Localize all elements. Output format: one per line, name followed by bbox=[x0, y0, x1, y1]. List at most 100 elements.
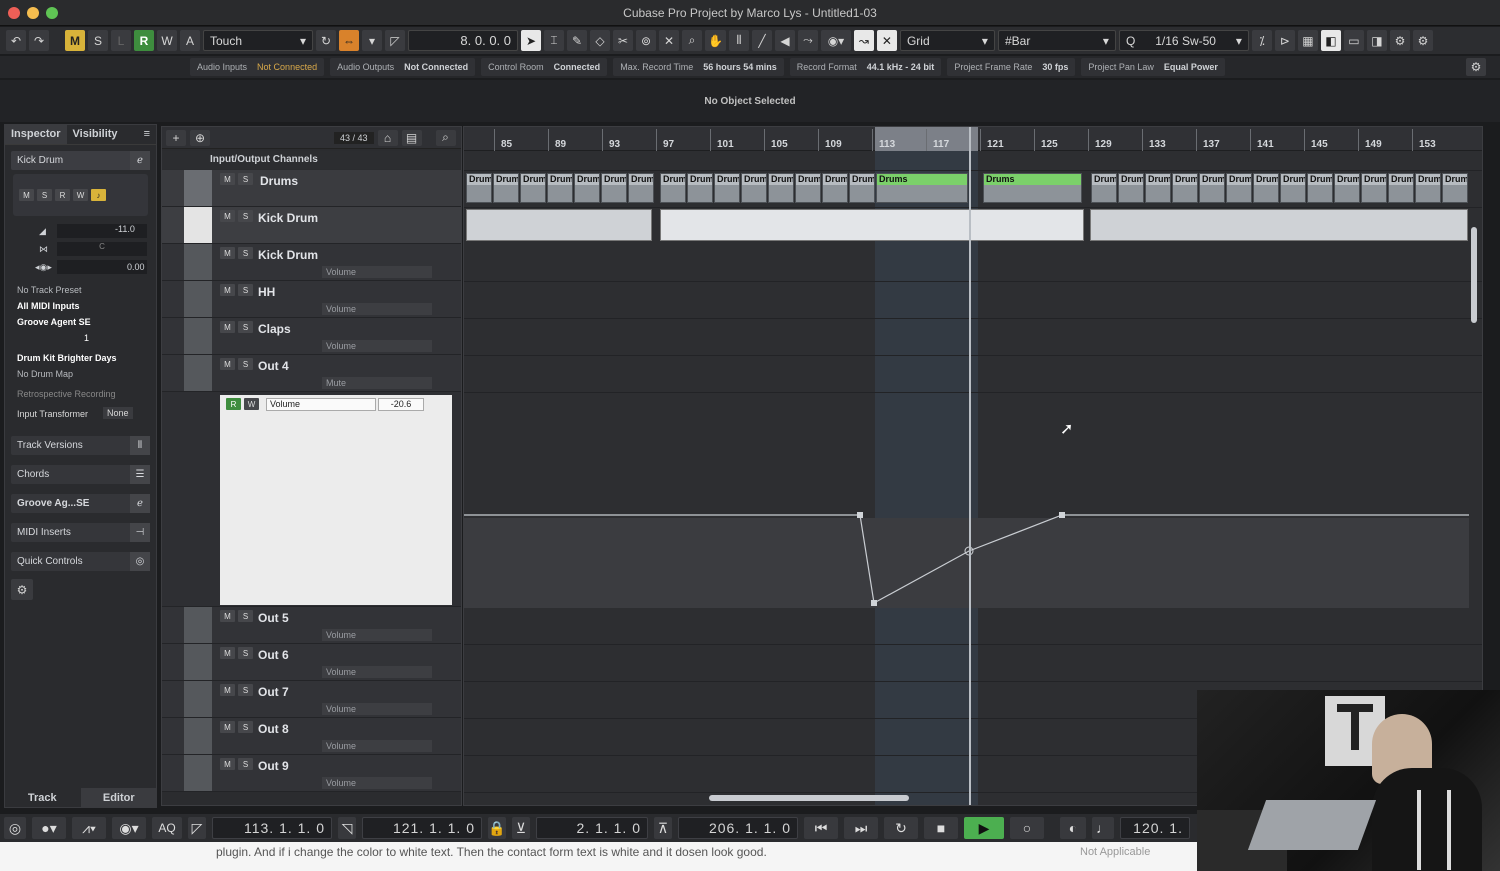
midi-channel-field[interactable]: 1 bbox=[5, 330, 156, 346]
minimize-window-button[interactable] bbox=[27, 7, 39, 19]
playhead-cursor[interactable] bbox=[969, 127, 971, 805]
play-button[interactable]: ▶ bbox=[964, 817, 1004, 839]
automation-mode-select[interactable]: Touch ▾ bbox=[203, 30, 313, 51]
waveform-menu-button[interactable]: ⩘▾ bbox=[72, 817, 106, 839]
snap-toggle[interactable]: ↝ bbox=[853, 30, 874, 51]
mute-button[interactable]: M bbox=[220, 758, 235, 770]
drum-map-select[interactable]: No Drum Map bbox=[5, 366, 156, 382]
mute-tool[interactable]: ✕ bbox=[659, 30, 679, 51]
aq-button[interactable]: AQ bbox=[152, 817, 182, 839]
instrument-output-select[interactable]: Groove Agent SE bbox=[5, 314, 156, 330]
color-tool[interactable]: ◉▾ bbox=[820, 30, 851, 51]
tab-track[interactable]: Track bbox=[4, 788, 81, 808]
automation-param[interactable]: Volume bbox=[322, 740, 432, 752]
automation-point[interactable] bbox=[857, 512, 863, 518]
metronome-menu-button[interactable]: ◉▾ bbox=[112, 817, 146, 839]
loop-icon[interactable]: ↻ bbox=[316, 30, 336, 51]
status-record-time[interactable]: Max. Record Time 56 hours 54 mins bbox=[613, 58, 784, 76]
record-button[interactable]: ○ bbox=[1010, 817, 1044, 839]
solo-button[interactable]: S bbox=[238, 610, 253, 622]
folder-track-io[interactable]: Input/Output Channels bbox=[162, 151, 461, 169]
visibility-icon[interactable]: ⌂ bbox=[377, 129, 398, 146]
automation-param[interactable]: Volume bbox=[322, 340, 432, 352]
solo-button[interactable]: S bbox=[238, 358, 253, 370]
mute-button[interactable]: M bbox=[220, 321, 235, 333]
snap-type-icon[interactable]: ✕ bbox=[876, 30, 897, 51]
monitor-button[interactable]: ♪ bbox=[91, 189, 106, 201]
mute-button[interactable]: M bbox=[220, 210, 235, 222]
track-row[interactable]: MS Kick Drum Volume bbox=[162, 244, 461, 281]
track-row[interactable]: MS Out 5 Volume bbox=[162, 607, 461, 644]
autoscroll-menu-button[interactable]: ▾ bbox=[362, 30, 382, 51]
settings-icon[interactable]: ⚙ bbox=[1389, 30, 1410, 51]
right-zone-toggle[interactable]: ◨ bbox=[1366, 30, 1387, 51]
solo-button[interactable]: S bbox=[238, 173, 253, 185]
list-icon[interactable]: ▤ bbox=[401, 129, 422, 146]
section-chords[interactable]: Chords ☰ bbox=[11, 465, 150, 484]
pan-control[interactable]: C bbox=[57, 242, 147, 256]
play-tool[interactable]: ◀ bbox=[774, 30, 795, 51]
punch-in-icon[interactable]: ⊻ bbox=[512, 817, 530, 839]
grid-type-select[interactable]: # Bar ▾ bbox=[997, 30, 1116, 51]
mute-button[interactable]: M bbox=[19, 189, 34, 201]
quantize-panel-icon[interactable]: ⊳ bbox=[1274, 30, 1295, 51]
mute-button[interactable]: M bbox=[220, 610, 235, 622]
object-selection-tool[interactable]: ➤ bbox=[521, 30, 541, 51]
track-row[interactable]: MS Out 7 Volume bbox=[162, 681, 461, 718]
track-row[interactable]: MS Claps Volume bbox=[162, 318, 461, 355]
status-pan-law[interactable]: Project Pan Law Equal Power bbox=[1081, 58, 1225, 76]
autoscroll-button[interactable]: ⇔ bbox=[339, 30, 359, 51]
mute-button[interactable]: M bbox=[220, 284, 235, 296]
vertical-scrollbar[interactable] bbox=[1471, 227, 1477, 323]
solo-button[interactable]: S bbox=[238, 721, 253, 733]
solo-button[interactable]: S bbox=[238, 684, 253, 696]
write-automation-button[interactable]: W bbox=[157, 30, 177, 51]
punch-out-field[interactable]: 206. 1. 1. 0 bbox=[678, 817, 798, 839]
gear-icon[interactable]: ⚙ bbox=[11, 579, 33, 600]
right-locator-field[interactable]: 121. 1. 1. 0 bbox=[362, 817, 482, 839]
status-audio-outputs[interactable]: Audio Outputs Not Connected bbox=[330, 58, 476, 76]
punch-in-field[interactable]: 2. 1. 1. 0 bbox=[536, 817, 648, 839]
section-instrument[interactable]: Groove Ag...SE ℯ bbox=[11, 494, 150, 513]
solo-button[interactable]: S bbox=[238, 647, 253, 659]
horizontal-scrollbar[interactable] bbox=[709, 795, 909, 801]
status-audio-inputs[interactable]: Audio Inputs Not Connected bbox=[190, 58, 325, 76]
automation-param[interactable]: Volume bbox=[322, 303, 432, 315]
redo-icon[interactable]: ↷ bbox=[29, 30, 49, 51]
range-tool[interactable]: ⌶ bbox=[544, 30, 564, 51]
split-tool[interactable]: ✂ bbox=[613, 30, 633, 51]
record-mode-button[interactable]: ●▾ bbox=[32, 817, 66, 839]
add-track-menu-icon[interactable]: ⊕ bbox=[190, 129, 210, 146]
solo-button[interactable]: S bbox=[238, 284, 253, 296]
track-row[interactable]: MS Out 6 Volume bbox=[162, 644, 461, 681]
tab-visibility[interactable]: Visibility bbox=[67, 125, 124, 144]
automation-param[interactable]: Mute bbox=[322, 377, 432, 389]
eraser-tool[interactable]: ◇ bbox=[590, 30, 610, 51]
punch-out-icon[interactable]: ⊼ bbox=[654, 817, 672, 839]
gear-icon[interactable]: ⚙ bbox=[1466, 58, 1486, 76]
mute-button[interactable]: M bbox=[220, 173, 235, 185]
write-button[interactable]: W bbox=[73, 189, 88, 201]
lower-zone-toggle[interactable]: ▭ bbox=[1343, 30, 1364, 51]
retrospective-recording[interactable]: Retrospective Recording bbox=[5, 386, 156, 402]
write-automation-button[interactable]: W bbox=[244, 398, 259, 410]
solo-button[interactable]: S bbox=[238, 758, 253, 770]
menu-icon[interactable]: ≡ bbox=[138, 125, 156, 144]
automation-point[interactable] bbox=[871, 600, 877, 606]
automation-param[interactable]: Volume bbox=[322, 777, 432, 789]
track-row[interactable]: MS Out 4 Mute bbox=[162, 355, 461, 392]
add-track-button[interactable]: + bbox=[166, 129, 186, 146]
gear-icon[interactable]: ⚙ bbox=[1412, 30, 1433, 51]
listen-mode-button[interactable]: L bbox=[111, 30, 131, 51]
status-frame-rate[interactable]: Project Frame Rate 30 fps bbox=[947, 58, 1076, 76]
left-zone-toggle[interactable]: ◧ bbox=[1320, 30, 1341, 51]
automation-value[interactable]: -20.6 bbox=[378, 398, 424, 411]
automation-param[interactable]: Volume bbox=[322, 629, 432, 641]
zoom-tool[interactable]: ⌕ bbox=[682, 30, 702, 51]
solo-button[interactable]: S bbox=[238, 247, 253, 259]
line-tool[interactable]: ╱ bbox=[751, 30, 772, 51]
automation-param[interactable]: Volume bbox=[322, 266, 432, 278]
comp-tool[interactable]: ⦀ bbox=[728, 30, 749, 51]
settings-icon[interactable]: ◎ bbox=[4, 817, 26, 839]
go-to-start-button[interactable]: ⏮ bbox=[804, 817, 838, 839]
